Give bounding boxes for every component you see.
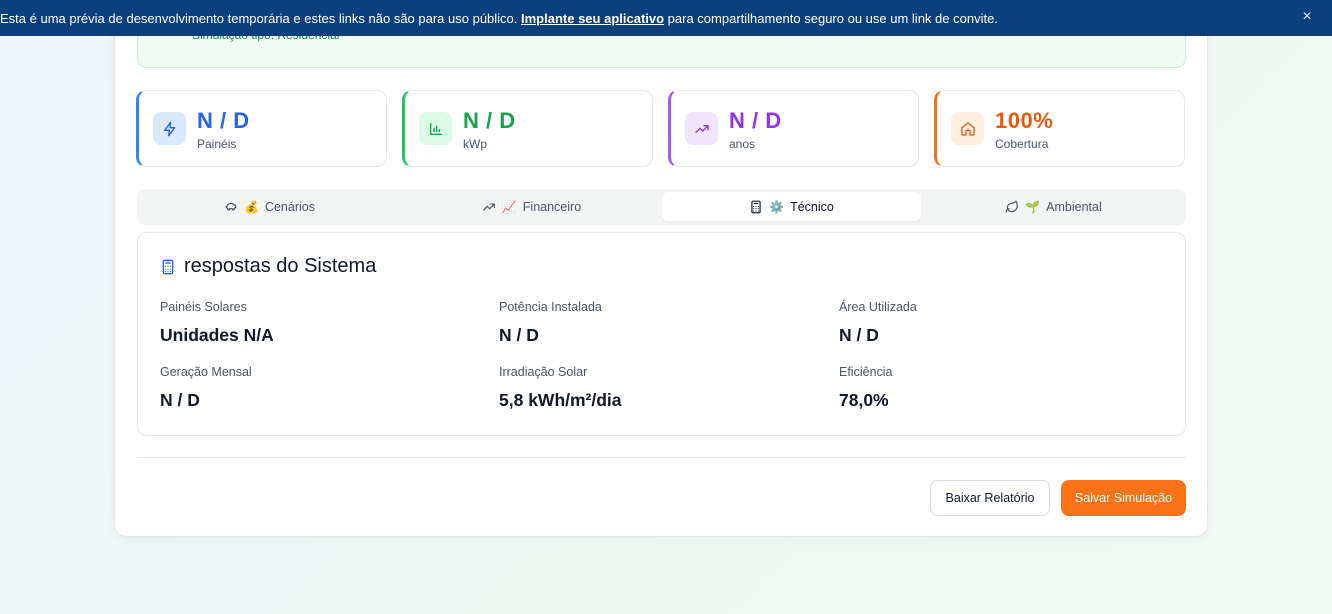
tab-label: Técnico: [790, 199, 834, 214]
field-installed-power: Potência Instalada N / D: [499, 300, 819, 346]
field-value: 78,0%: [839, 390, 889, 410]
download-report-button[interactable]: Baixar Relatório: [930, 480, 1050, 516]
field-label: Área Utilizada: [839, 300, 917, 314]
simulation-result-card: Simulação tipo: Residencial N / D Painéi…: [114, 7, 1208, 537]
tab-financial[interactable]: 📈 Financeiro: [402, 192, 661, 221]
technical-panel: respostas do Sistema Painéis Solares Uni…: [137, 232, 1186, 436]
tab-label: Financeiro: [522, 199, 582, 214]
tab-emoji: ⚙️: [769, 199, 785, 214]
field-solar-panels: Painéis Solares Unidades N/A: [160, 300, 480, 346]
field-monthly-generation: Geração Mensal N / D: [160, 365, 480, 411]
banner-text-before: Esta é uma prévia de desenvolvimento tem…: [0, 10, 522, 26]
stat-label: kWp: [463, 137, 487, 151]
field-label: Painéis Solares: [160, 300, 247, 314]
tab-emoji: 📈: [501, 199, 517, 214]
stat-card-panels: N / D Painéis: [136, 90, 387, 167]
field-value: N / D: [160, 390, 200, 410]
stat-value: N / D: [197, 108, 250, 133]
field-efficiency: Eficiência 78,0%: [839, 365, 1159, 411]
tab-emoji: 🌱: [1025, 199, 1041, 214]
tab-scenarios[interactable]: 💰 Cenários: [140, 192, 399, 221]
stat-card-coverage: 100% Cobertura: [934, 90, 1185, 167]
stat-label: Cobertura: [995, 137, 1049, 151]
tab-technical[interactable]: ⚙️ Técnico: [662, 192, 921, 221]
trending-up-icon: [685, 112, 718, 145]
deploy-app-link[interactable]: Implante seu aplicativo: [521, 11, 664, 26]
stat-card-years: N / D anos: [668, 90, 919, 167]
field-label: Geração Mensal: [160, 365, 252, 379]
tab-environmental[interactable]: 🌱 Ambiental: [924, 192, 1183, 221]
tab-emoji: 💰: [244, 199, 259, 214]
stat-label: Painéis: [197, 137, 237, 151]
leaf-icon: [1005, 200, 1019, 213]
close-icon[interactable]: ×: [1298, 8, 1316, 26]
divider: [137, 457, 1186, 458]
bar-chart-icon: [419, 112, 452, 145]
field-value: N / D: [839, 325, 879, 345]
banner-text-after: para compartilhamento seguro ou use um l…: [664, 10, 998, 26]
field-value: N / D: [499, 325, 539, 345]
result-tabs: 💰 Cenários 📈 Financeiro ⚙️ Técnico 🌱 Amb…: [137, 189, 1186, 225]
tab-label: Ambiental: [1046, 199, 1102, 214]
stat-label: anos: [729, 137, 756, 151]
field-value: 5,8 kWh/m²/dia: [499, 390, 622, 410]
field-label: Potência Instalada: [499, 300, 602, 314]
field-solar-irradiation: Irradiação Solar 5,8 kWh/m²/dia: [499, 365, 819, 411]
stat-value: N / D: [729, 108, 782, 133]
calculator-icon: [162, 259, 174, 274]
field-used-area: Área Utilizada N / D: [839, 300, 1159, 346]
lightning-icon: [153, 112, 186, 145]
banner-message: Esta é uma prévia de desenvolvimento tem…: [0, 11, 998, 26]
stat-value: N / D: [463, 108, 516, 133]
calculator-icon: [751, 200, 761, 213]
home-icon: [951, 112, 984, 145]
field-label: Irradiação Solar: [499, 365, 588, 379]
stat-value: 100%: [995, 108, 1054, 133]
panel-title-text: respostas do Sistema: [184, 255, 377, 277]
stat-card-kwp: N / D kWp: [402, 90, 653, 167]
trending-up-icon: [482, 203, 495, 210]
field-value: Unidades N/A: [160, 325, 274, 345]
save-simulation-button[interactable]: Salvar Simulação: [1061, 480, 1186, 516]
panel-title: respostas do Sistema: [160, 255, 376, 278]
preview-banner: Esta é uma prévia de desenvolvimento tem…: [0, 0, 1332, 36]
field-label: Eficiência: [839, 365, 893, 379]
piggy-bank-icon: [225, 202, 237, 210]
tab-label: Cenários: [264, 199, 315, 214]
